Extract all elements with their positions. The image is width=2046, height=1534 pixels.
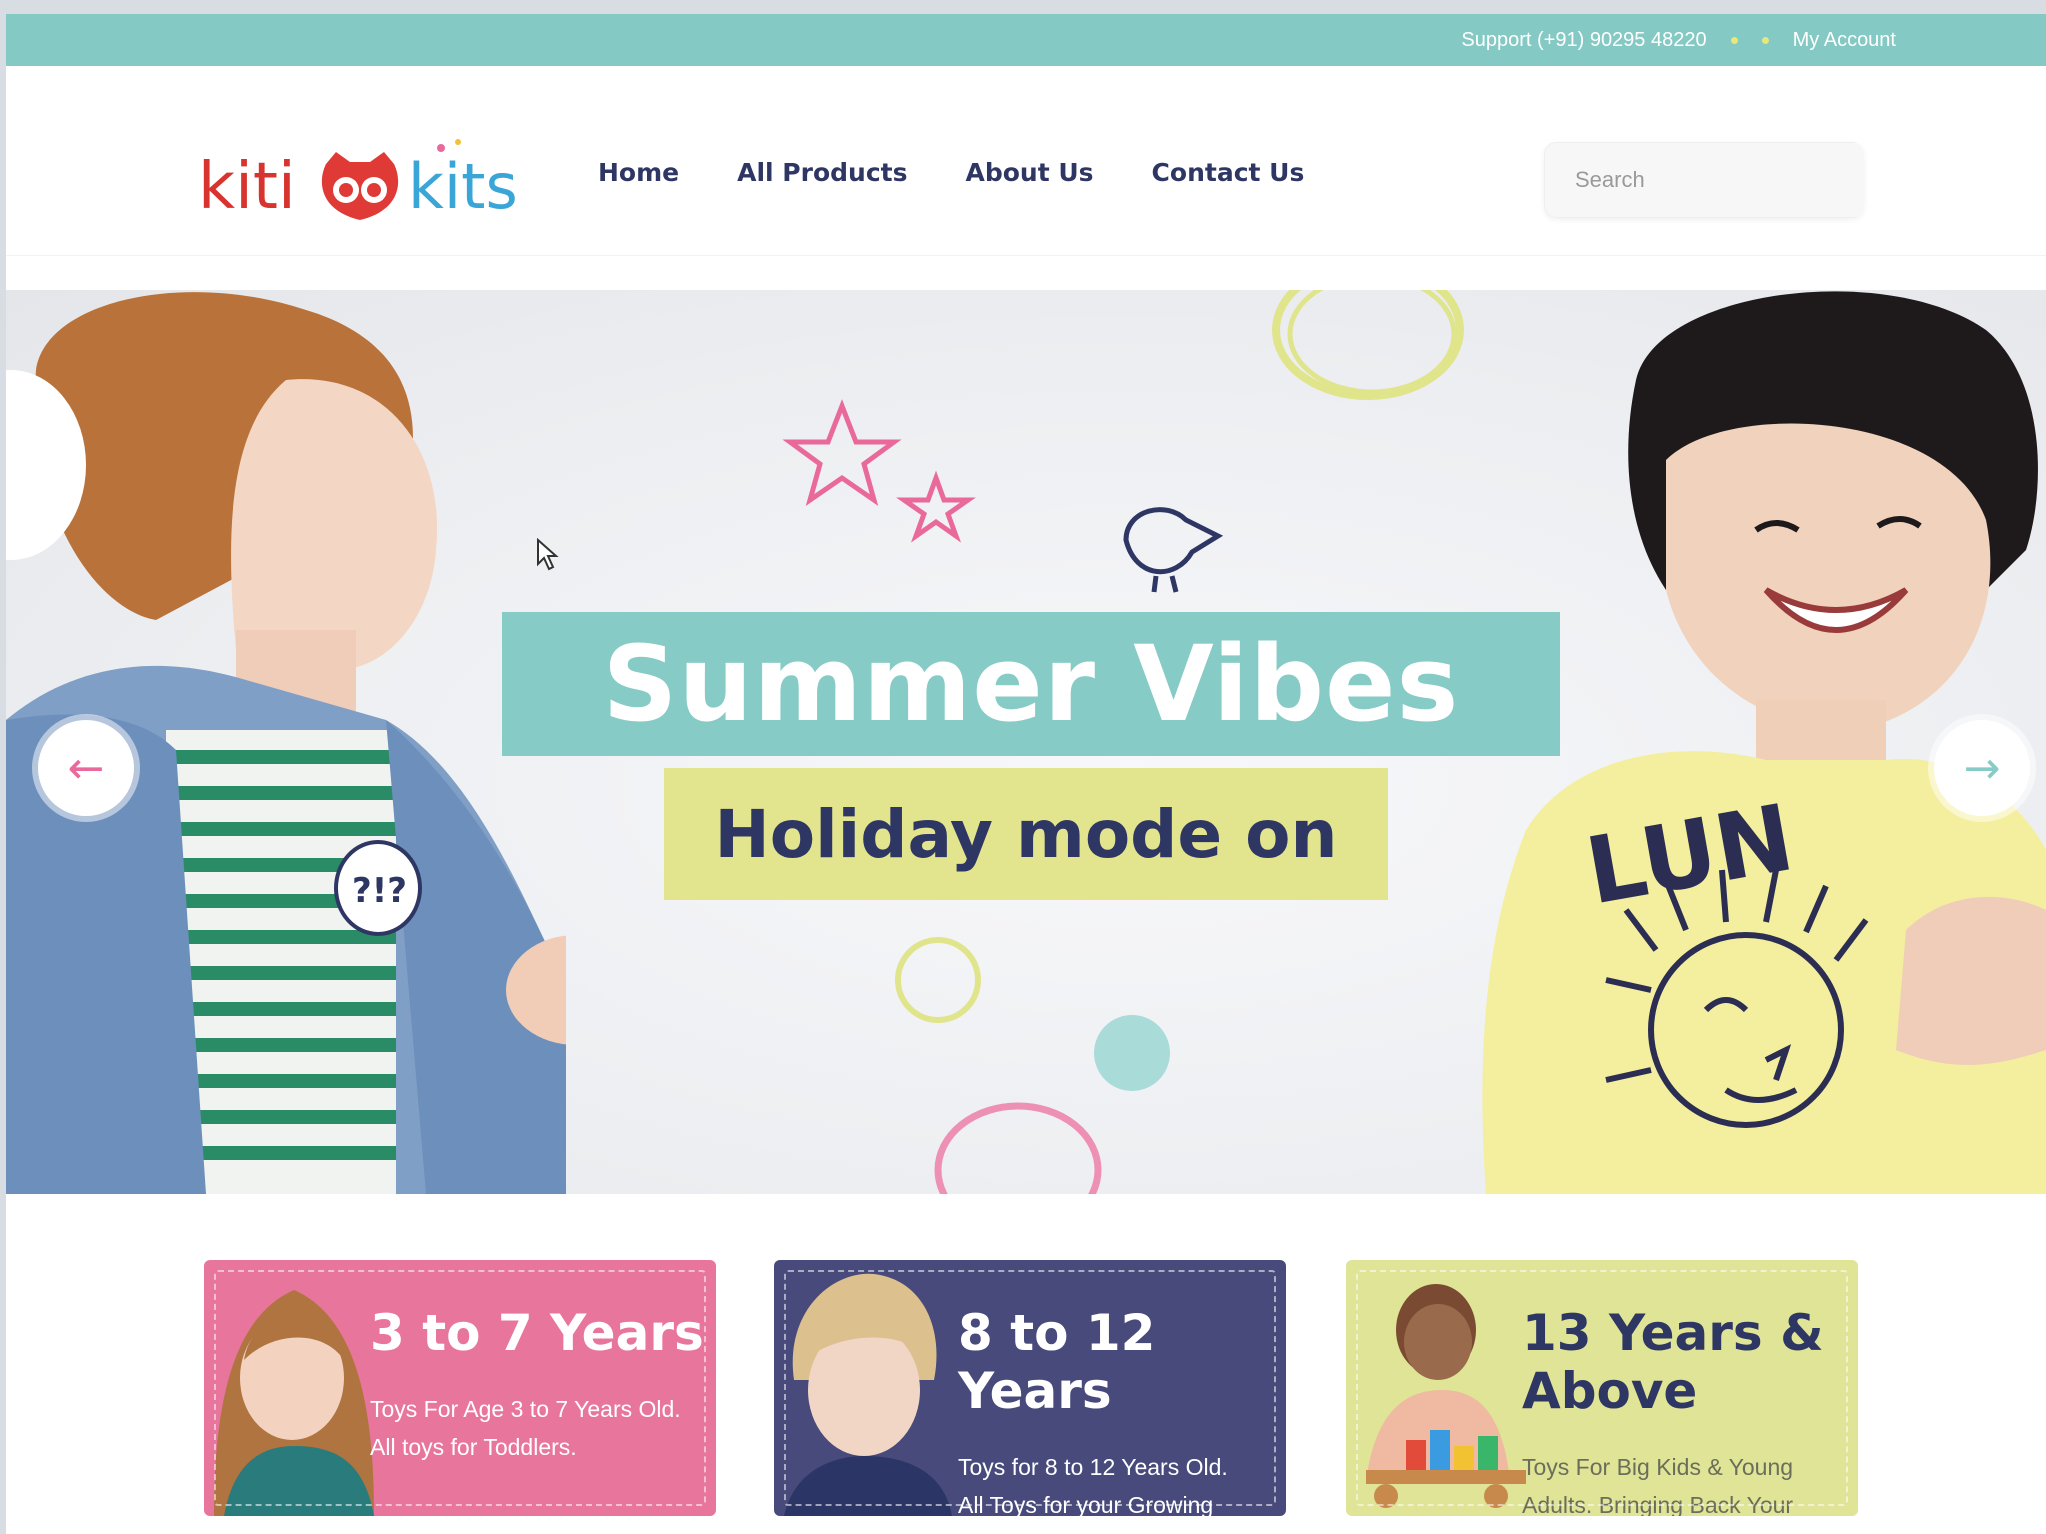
- card-heading: 13 Years & Above: [1522, 1304, 1824, 1420]
- category-card-13-plus[interactable]: 13 Years & Above Toys For Big Kids & You…: [1346, 1260, 1858, 1516]
- hero-subtitle: Holiday mode on: [714, 795, 1338, 873]
- main-nav: Home All Products About Us Contact Us: [591, 158, 1305, 193]
- browser-frame: Support (+91) 90295 48220 My Account kit…: [6, 14, 2046, 1534]
- mouse-pointer-icon: [537, 538, 559, 571]
- speech-badge: ?!?: [334, 840, 422, 936]
- svg-text:kits: kits: [408, 150, 518, 223]
- category-card-8-to-12[interactable]: 8 to 12 Years Toys for 8 to 12 Years Old…: [774, 1260, 1286, 1516]
- nav-about-us[interactable]: About Us: [965, 158, 1093, 191]
- star-icon: [896, 470, 976, 543]
- arrow-left-icon: ←: [67, 742, 105, 794]
- svg-text:?!?: ?!?: [352, 871, 407, 911]
- site-logo[interactable]: kiti kits: [196, 130, 546, 230]
- site-header: kiti kits Home All Products About Us Con…: [6, 66, 2046, 256]
- card-heading: 8 to 12 Years: [958, 1304, 1156, 1420]
- card-photo-boy: [784, 1273, 952, 1516]
- bird-icon: [1123, 507, 1224, 593]
- logo-graphic: kiti kits: [198, 139, 518, 224]
- category-card-3-to-7[interactable]: 3 to 7 Years Toys For Age 3 to 7 Years O…: [204, 1260, 716, 1516]
- hero-slider: ?!? LUN Summer Vibes Holiday mode on ← →: [6, 290, 2046, 1194]
- card-photo-girl: [214, 1290, 374, 1516]
- support-phone[interactable]: Support (+91) 90295 48220: [1461, 29, 1706, 52]
- hero-title: Summer Vibes: [602, 623, 1460, 745]
- arrow-right-icon: →: [1963, 742, 2001, 794]
- star-icon: [782, 399, 902, 506]
- card-photo-child-playing: [1366, 1284, 1526, 1508]
- svg-text:kiti: kiti: [198, 150, 296, 224]
- nav-all-products[interactable]: All Products: [737, 158, 907, 191]
- separator-dot: [1730, 36, 1738, 44]
- search-box: [1544, 142, 1864, 218]
- category-cards: 3 to 7 Years Toys For Age 3 to 7 Years O…: [6, 1260, 2046, 1520]
- card-description: Toys for 8 to 12 Years Old. All Toys for…: [958, 1454, 1228, 1516]
- card-description: Toys For Big Kids & Young Adults. Bringi…: [1522, 1454, 1794, 1516]
- card-description: Toys For Age 3 to 7 Years Old. All toys …: [370, 1396, 681, 1460]
- search-input[interactable]: [1544, 142, 1864, 218]
- slider-next-button[interactable]: →: [1934, 720, 2030, 816]
- hero-subtitle-box: Holiday mode on: [664, 768, 1388, 900]
- my-account-link[interactable]: My Account: [1793, 29, 1896, 52]
- card-heading: 3 to 7 Years: [370, 1304, 704, 1362]
- hero-title-box: Summer Vibes: [502, 612, 1560, 756]
- top-bar: Support (+91) 90295 48220 My Account: [6, 14, 2046, 66]
- nav-contact-us[interactable]: Contact Us: [1152, 158, 1305, 191]
- slider-prev-button[interactable]: ←: [38, 720, 134, 816]
- nav-home[interactable]: Home: [591, 158, 686, 193]
- separator-dot: [1761, 36, 1769, 44]
